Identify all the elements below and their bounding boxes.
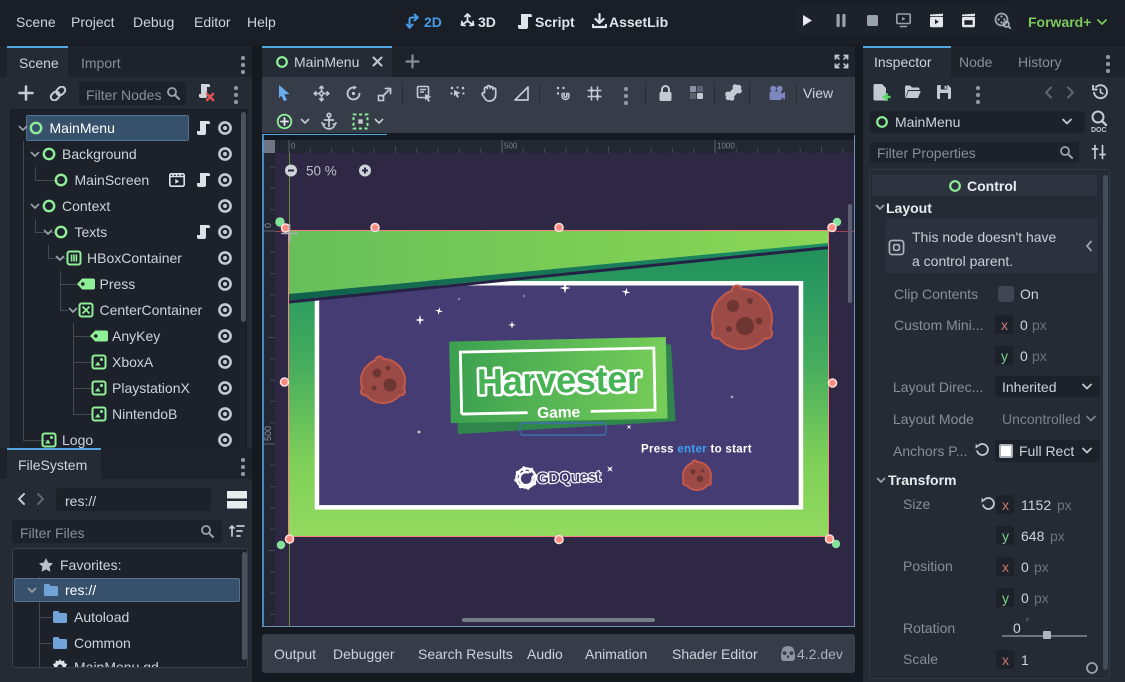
svg-text:DOC: DOC (1091, 127, 1107, 133)
